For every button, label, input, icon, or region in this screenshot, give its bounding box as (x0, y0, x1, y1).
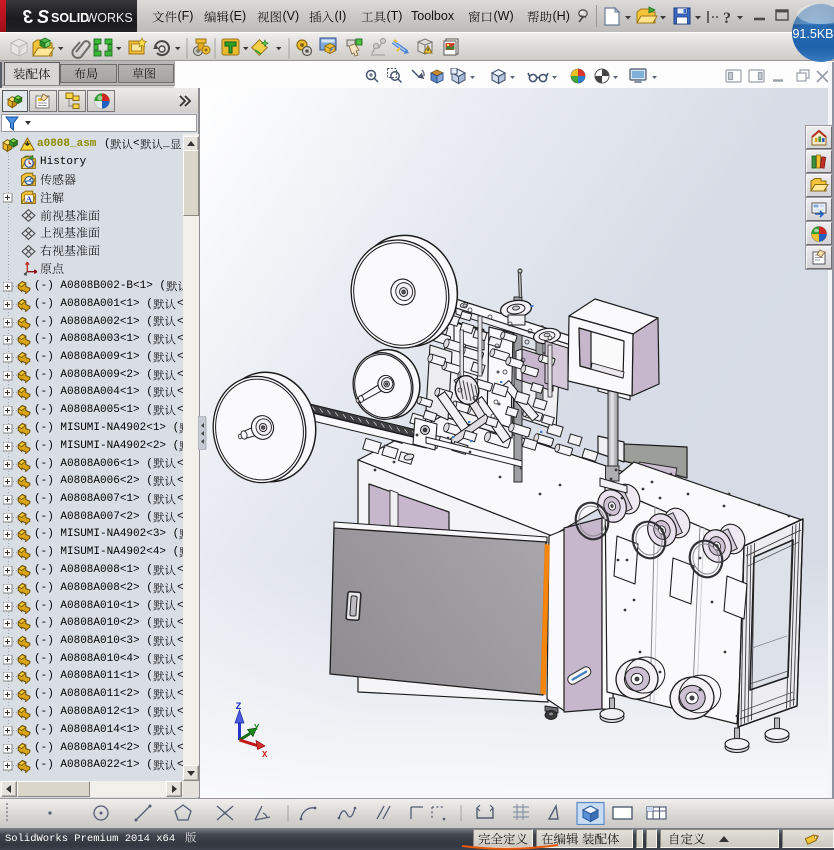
svg-text:X: X (262, 750, 268, 760)
svg-text:?: ? (723, 10, 731, 27)
svg-text:WORKS: WORKS (86, 11, 133, 25)
svg-text:SOLID: SOLID (51, 11, 89, 25)
svg-text:Y: Y (254, 723, 260, 733)
svg-text:91.5KB: 91.5KB (792, 27, 833, 41)
svg-text:S: S (37, 7, 49, 27)
svg-text:3: 3 (23, 7, 33, 27)
svg-text:Z: Z (236, 702, 242, 713)
